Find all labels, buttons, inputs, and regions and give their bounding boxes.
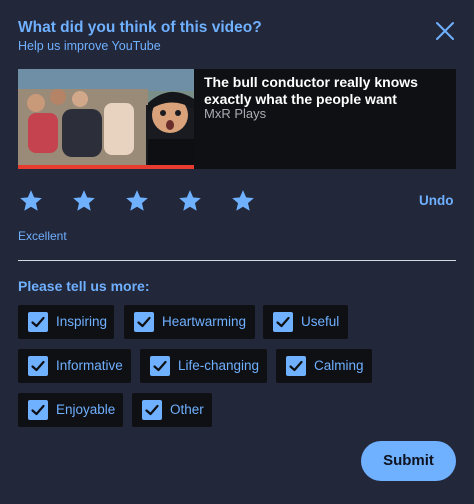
star-3[interactable]	[124, 188, 150, 214]
feedback-dialog: What did you think of this video? Help u…	[0, 0, 474, 504]
option-label: Other	[170, 402, 204, 417]
star-icon	[126, 190, 148, 211]
option-enjoyable[interactable]: Enjoyable	[18, 393, 123, 427]
checkbox-checked[interactable]	[273, 312, 293, 332]
checkbox-checked[interactable]	[28, 356, 48, 376]
star-icon	[20, 190, 42, 211]
star-2[interactable]	[71, 188, 97, 214]
checkbox-checked[interactable]	[142, 400, 162, 420]
option-label: Inspiring	[56, 314, 108, 329]
checkbox-checked[interactable]	[286, 356, 306, 376]
star-4[interactable]	[177, 188, 203, 214]
checkmark-icon	[276, 316, 290, 328]
star-icon	[232, 190, 254, 211]
option-informative[interactable]: Informative	[18, 349, 131, 383]
checkbox-checked[interactable]	[134, 312, 154, 332]
option-inspiring[interactable]: Inspiring	[18, 305, 114, 339]
checkmark-icon	[31, 360, 45, 372]
checkmark-icon	[153, 360, 167, 372]
checkmark-icon	[31, 404, 45, 416]
checkmark-icon	[289, 360, 303, 372]
rating-label: Excellent	[18, 229, 67, 243]
checkbox-checked[interactable]	[28, 312, 48, 332]
option-label: Life-changing	[178, 358, 260, 373]
checkbox-checked[interactable]	[28, 400, 48, 420]
checkmark-icon	[145, 404, 159, 416]
option-heartwarming[interactable]: Heartwarming	[124, 305, 255, 339]
channel-name: MxR Plays	[204, 106, 267, 121]
star-5[interactable]	[230, 188, 256, 214]
option-label: Heartwarming	[162, 314, 247, 329]
option-other[interactable]: Other	[132, 393, 212, 427]
option-calming[interactable]: Calming	[276, 349, 372, 383]
option-label: Enjoyable	[56, 402, 116, 417]
star-icon	[179, 190, 201, 211]
submit-button[interactable]: Submit	[361, 441, 456, 481]
dialog-title: What did you think of this video?	[18, 19, 262, 36]
divider	[18, 260, 456, 261]
option-life-changing[interactable]: Life-changing	[140, 349, 267, 383]
option-label: Calming	[314, 358, 364, 373]
close-button[interactable]	[434, 20, 456, 42]
feedback-prompt: Please tell us more:	[18, 278, 150, 294]
video-thumbnail	[18, 69, 194, 169]
checkmark-icon	[31, 316, 45, 328]
checkbox-checked[interactable]	[150, 356, 170, 376]
star-1[interactable]	[18, 188, 44, 214]
dialog-subtitle: Help us improve YouTube	[18, 39, 161, 53]
star-icon	[73, 190, 95, 211]
video-title: The bull conductor really knows exactly …	[204, 74, 418, 107]
option-label: Informative	[56, 358, 123, 373]
checkmark-icon	[137, 316, 151, 328]
video-card[interactable]: The bull conductor really knows exactly …	[18, 69, 456, 169]
option-label: Useful	[301, 314, 340, 329]
close-icon	[436, 22, 454, 40]
option-useful[interactable]: Useful	[263, 305, 348, 339]
watch-progress-bar	[18, 165, 194, 169]
undo-button[interactable]: Undo	[419, 193, 454, 208]
